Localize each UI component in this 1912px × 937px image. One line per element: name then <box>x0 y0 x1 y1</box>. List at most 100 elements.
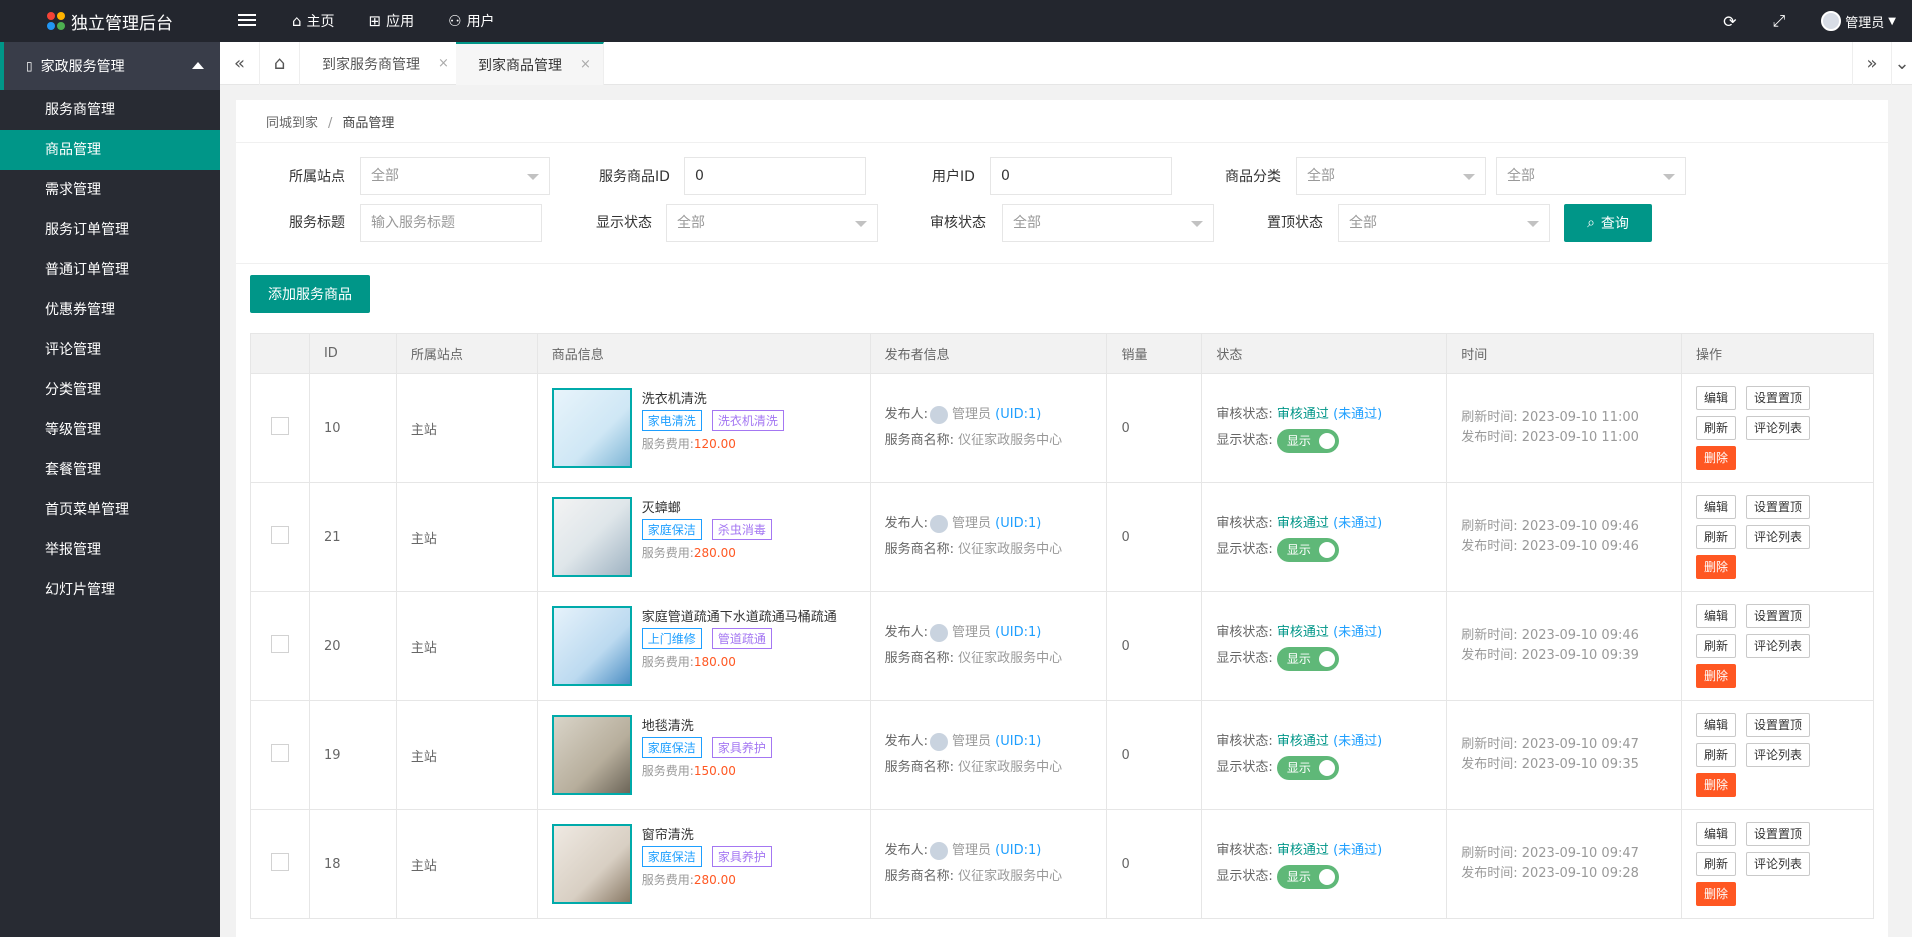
breadcrumb-parent[interactable]: 同城到家 <box>266 116 318 131</box>
display-toggle[interactable]: 显示 <box>1276 755 1339 780</box>
delete-button[interactable]: 删除 <box>1696 555 1737 579</box>
edit-button[interactable]: 编辑 <box>1696 713 1737 737</box>
tabs-scroll-left-icon[interactable]: « <box>220 42 260 85</box>
tab-home-icon[interactable]: ⌂ <box>260 42 300 85</box>
tabs-dropdown-icon[interactable]: ⌄ <box>1892 42 1912 85</box>
comments-button[interactable]: 评论列表 <box>1746 416 1811 440</box>
display-toggle[interactable]: 显示 <box>1276 646 1339 671</box>
refresh-icon[interactable]: ⟳ <box>1723 12 1736 31</box>
uid-link[interactable]: (UID:1) <box>995 843 1041 858</box>
sidebar-item-packages[interactable]: 套餐管理 <box>0 450 220 490</box>
row-checkbox[interactable] <box>271 744 289 762</box>
set-top-button[interactable]: 设置置顶 <box>1746 495 1811 519</box>
display-toggle[interactable]: 显示 <box>1276 864 1339 889</box>
tab-provider-manage[interactable]: 到家服务商管理 × <box>300 42 462 85</box>
edit-button[interactable]: 编辑 <box>1696 386 1737 410</box>
goods-tag: 家具养护 <box>711 737 772 758</box>
goods-thumbnail[interactable] <box>551 824 632 904</box>
display-toggle[interactable]: 显示 <box>1276 428 1339 453</box>
sidebar-item-home-menu[interactable]: 首页菜单管理 <box>0 490 220 530</box>
site-select[interactable]: 全部 <box>360 157 550 195</box>
sidebar-item-comments[interactable]: 评论管理 <box>0 330 220 370</box>
time-info: 刷新时间: 2023-09-10 09:46 发布时间: 2023-09-10 … <box>1461 628 1639 663</box>
audit-pass-link[interactable]: 审核通过 <box>1277 625 1329 640</box>
sidebar-item-normal-orders[interactable]: 普通订单管理 <box>0 250 220 290</box>
edit-button[interactable]: 编辑 <box>1696 495 1737 519</box>
nav-user[interactable]: ⚇ 用户 <box>448 11 494 31</box>
goods-thumbnail[interactable] <box>551 388 632 468</box>
sidebar-item-levels[interactable]: 等级管理 <box>0 410 220 450</box>
audit-pass-link[interactable]: 审核通过 <box>1277 843 1329 858</box>
edit-button[interactable]: 编辑 <box>1696 822 1737 846</box>
edit-button[interactable]: 编辑 <box>1696 604 1737 628</box>
sidebar-item-service-orders[interactable]: 服务订单管理 <box>0 210 220 250</box>
add-service-goods-button[interactable]: 添加服务商品 <box>250 275 370 313</box>
refresh-button[interactable]: 刷新 <box>1696 852 1737 876</box>
fullscreen-icon[interactable]: ⤢ <box>1772 11 1785 31</box>
app-logo[interactable]: 独立管理后台 <box>0 0 220 42</box>
sidebar-item-coupons[interactable]: 优惠券管理 <box>0 290 220 330</box>
comments-button[interactable]: 评论列表 <box>1746 525 1811 549</box>
user-id-input[interactable]: 0 <box>990 157 1172 195</box>
sidebar-group-housekeeping[interactable]: ▯ 家政服务管理 <box>0 42 220 90</box>
row-checkbox[interactable] <box>271 635 289 653</box>
goods-thumbnail[interactable] <box>551 606 632 686</box>
menu-toggle-icon[interactable] <box>238 11 256 29</box>
delete-button[interactable]: 删除 <box>1696 882 1737 906</box>
goods-id-input[interactable]: 0 <box>684 157 866 195</box>
refresh-button[interactable]: 刷新 <box>1696 416 1737 440</box>
title-input[interactable]: 输入服务标题 <box>360 204 542 242</box>
search-icon: ⌕ <box>1587 215 1595 231</box>
audit-reject-link[interactable]: (未通过) <box>1333 843 1382 858</box>
audit-reject-link[interactable]: (未通过) <box>1333 734 1382 749</box>
set-top-button[interactable]: 设置置顶 <box>1746 822 1811 846</box>
delete-button[interactable]: 删除 <box>1696 664 1737 688</box>
sidebar-item-demand[interactable]: 需求管理 <box>0 170 220 210</box>
display-toggle[interactable]: 显示 <box>1276 537 1339 562</box>
admin-menu[interactable]: 管理员 ▼ <box>1821 11 1896 31</box>
audit-pass-link[interactable]: 审核通过 <box>1277 407 1329 422</box>
close-icon[interactable]: × <box>438 56 449 71</box>
goods-thumbnail[interactable] <box>551 497 632 577</box>
sidebar-item-goods[interactable]: 商品管理 <box>0 130 220 170</box>
uid-link[interactable]: (UID:1) <box>995 516 1041 531</box>
category-select-1[interactable]: 全部 <box>1296 157 1486 195</box>
uid-link[interactable]: (UID:1) <box>995 407 1041 422</box>
audit-pass-link[interactable]: 审核通过 <box>1277 734 1329 749</box>
sidebar-item-provider[interactable]: 服务商管理 <box>0 90 220 130</box>
display-select[interactable]: 全部 <box>666 204 878 242</box>
tab-goods-manage[interactable]: 到家商品管理 × <box>456 42 604 85</box>
refresh-button[interactable]: 刷新 <box>1696 743 1737 767</box>
set-top-button[interactable]: 设置置顶 <box>1746 713 1811 737</box>
audit-reject-link[interactable]: (未通过) <box>1333 625 1382 640</box>
row-checkbox[interactable] <box>271 526 289 544</box>
sidebar-item-reports[interactable]: 举报管理 <box>0 530 220 570</box>
row-checkbox[interactable] <box>271 417 289 435</box>
sidebar-item-slides[interactable]: 幻灯片管理 <box>0 570 220 610</box>
comments-button[interactable]: 评论列表 <box>1746 743 1811 767</box>
uid-link[interactable]: (UID:1) <box>995 625 1041 640</box>
audit-pass-link[interactable]: 审核通过 <box>1277 516 1329 531</box>
nav-home[interactable]: ⌂ 主页 <box>292 11 335 31</box>
tabs-scroll-right-icon[interactable]: » <box>1852 42 1892 85</box>
set-top-button[interactable]: 设置置顶 <box>1746 386 1811 410</box>
audit-select[interactable]: 全部 <box>1002 204 1214 242</box>
goods-thumbnail[interactable] <box>551 715 632 795</box>
query-button[interactable]: ⌕ 查询 <box>1564 204 1652 242</box>
comments-button[interactable]: 评论列表 <box>1746 852 1811 876</box>
refresh-button[interactable]: 刷新 <box>1696 634 1737 658</box>
uid-link[interactable]: (UID:1) <box>995 734 1041 749</box>
sidebar-item-categories[interactable]: 分类管理 <box>0 370 220 410</box>
set-top-button[interactable]: 设置置顶 <box>1746 604 1811 628</box>
close-icon[interactable]: × <box>580 57 591 72</box>
category-select-2[interactable]: 全部 <box>1496 157 1686 195</box>
delete-button[interactable]: 删除 <box>1696 446 1737 470</box>
comments-button[interactable]: 评论列表 <box>1746 634 1811 658</box>
audit-reject-link[interactable]: (未通过) <box>1333 516 1382 531</box>
delete-button[interactable]: 删除 <box>1696 773 1737 797</box>
audit-reject-link[interactable]: (未通过) <box>1333 407 1382 422</box>
nav-apps[interactable]: ⊞ 应用 <box>369 11 415 31</box>
top-status-select[interactable]: 全部 <box>1338 204 1550 242</box>
refresh-button[interactable]: 刷新 <box>1696 525 1737 549</box>
row-checkbox[interactable] <box>271 853 289 871</box>
